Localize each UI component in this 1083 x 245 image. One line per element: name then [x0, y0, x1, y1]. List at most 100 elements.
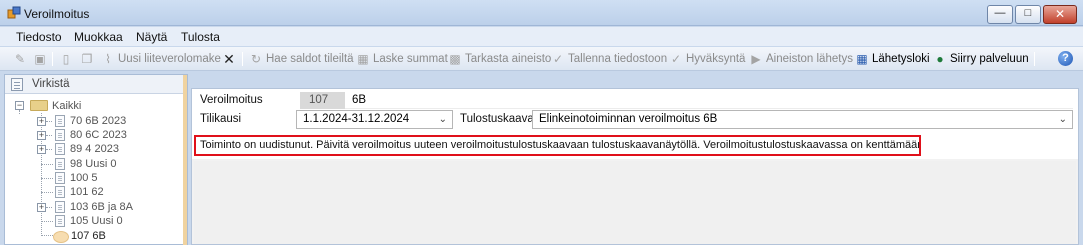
tree-item[interactable]: 103 6B ja 8A	[70, 200, 133, 214]
tree-root[interactable]: Kaikki	[52, 99, 81, 113]
toolbar-separator	[1034, 52, 1035, 66]
document-icon	[55, 158, 65, 170]
expand-icon[interactable]: +	[37, 145, 46, 154]
document-icon	[55, 186, 65, 198]
send-log-button[interactable]: ▦ Lähetysloki	[855, 51, 930, 67]
check-material-label: Tarkasta aineisto	[465, 53, 552, 65]
tilikausi-select[interactable]: 1.1.2024-31.12.2024 ⌄	[296, 110, 453, 129]
tree-item[interactable]: 89 4 2023	[70, 142, 119, 156]
save-file-label: Tallenna tiedostoon	[568, 53, 668, 65]
veroilmoitus-label: Veroilmoitus	[200, 94, 263, 106]
tree-item[interactable]: 80 6C 2023	[70, 128, 127, 142]
fetch-balances-button[interactable]: ↻ Hae saldot tileiltä	[249, 51, 354, 67]
send-material-button[interactable]: ▶ Aineiston lähetys	[749, 51, 853, 67]
paperclip-icon: ⌇	[105, 52, 111, 66]
play-icon: ▶	[751, 52, 761, 66]
tree-item[interactable]: 70 6B 2023	[70, 114, 126, 128]
document-icon	[55, 115, 65, 127]
header-field	[345, 92, 1073, 109]
copy-icon: ❐	[81, 52, 93, 66]
maximize-button[interactable]: □	[1015, 5, 1041, 24]
document-icon	[55, 201, 65, 213]
selected-item-icon	[53, 231, 69, 243]
toolbar-separator	[242, 52, 243, 66]
fetch-balances-label: Hae saldot tileiltä	[266, 53, 354, 65]
document-icon	[55, 143, 65, 155]
chevron-down-icon: ⌄	[1058, 114, 1067, 125]
toolbar-separator	[52, 52, 53, 66]
send-log-label: Lähetysloki	[872, 53, 930, 65]
menu-tiedosto[interactable]: Tiedosto	[16, 30, 62, 44]
veroilmoitus-id-field: 107	[300, 92, 345, 109]
tree-connector	[46, 121, 52, 122]
menu-nayta[interactable]: Näytä	[136, 30, 167, 44]
title-bar: Veroilmoitus — □ ✕	[0, 0, 1083, 26]
update-warning-banner: Toiminto on uudistunut. Päivitä veroilmo…	[194, 135, 921, 156]
help-icon[interactable]: ?	[1058, 51, 1073, 66]
expand-icon[interactable]: +	[37, 117, 46, 126]
new-document-button[interactable]: ▯	[59, 51, 76, 67]
minimize-icon: —	[994, 7, 1006, 19]
sidebar: Virkistä − Kaikki + 70 6B 2023 + 80 6C 2…	[4, 74, 188, 245]
tree-item[interactable]: 98 Uusi 0	[70, 157, 116, 171]
menu-tulosta[interactable]: Tulosta	[181, 30, 220, 44]
copy-button[interactable]: ❐	[80, 51, 97, 67]
tree-connector	[46, 149, 52, 150]
tree-connector	[46, 135, 52, 136]
close-button[interactable]: ✕	[1043, 5, 1077, 24]
window-title: Veroilmoitus	[24, 7, 90, 21]
tree-connector	[41, 221, 53, 222]
calculator-icon: ▦	[357, 52, 369, 66]
save-button[interactable]: ▣	[33, 51, 50, 67]
sidebar-scrollbar[interactable]	[183, 75, 187, 245]
toolbar: ✎ ▣ ▯ ❐ ⌇ Uusi liiteverolomake ✕ ↻ Hae s…	[0, 47, 1083, 71]
tree-connector	[41, 235, 53, 236]
chevron-down-icon: ⌄	[438, 114, 447, 125]
tree-item[interactable]: 101 62	[70, 185, 104, 199]
document-icon	[55, 215, 65, 227]
tree-view: − Kaikki + 70 6B 2023 + 80 6C 2023 + 89 …	[5, 97, 183, 245]
approve-button[interactable]: ✓ Hyväksyntä	[669, 51, 745, 67]
tree-item[interactable]: 105 Uusi 0	[70, 214, 123, 228]
form-area: Veroilmoitus 107 6B Tilikausi 1.1.2024-3…	[192, 89, 1078, 159]
approve-label: Hyväksyntä	[686, 53, 746, 65]
tree-item[interactable]: 100 5	[70, 171, 98, 185]
tree-connector	[41, 192, 53, 193]
new-attachment-label: Uusi liiteverolomake	[118, 53, 221, 65]
tree-item-selected[interactable]: 107 6B	[71, 229, 106, 243]
check-circle-icon: ✓	[552, 52, 564, 66]
calculate-sums-label: Laske summat	[373, 53, 448, 65]
collapse-icon[interactable]: −	[15, 101, 24, 110]
refresh-label[interactable]: Virkistä	[32, 78, 70, 90]
tree-connector	[41, 164, 53, 165]
tulostuskaava-value: Elinkeinotoiminnan veroilmoitus 6B	[539, 113, 718, 125]
menu-bar: Tiedosto Muokkaa Näytä Tulosta	[0, 27, 1083, 46]
approve-icon: ✓	[670, 52, 682, 66]
calculate-sums-button[interactable]: ▦ Laske summat	[356, 51, 448, 67]
edit-icon: ✎	[14, 52, 26, 66]
tree-connector	[19, 110, 20, 114]
refresh-list-icon[interactable]	[11, 78, 23, 91]
expand-icon[interactable]: +	[37, 131, 46, 140]
go-service-button[interactable]: ● Siirry palveluun	[933, 51, 1029, 67]
tree-connector	[46, 207, 52, 208]
globe-icon: ●	[936, 52, 944, 66]
check-material-button[interactable]: ▩ Tarkasta aineisto	[448, 51, 551, 67]
go-service-label: Siirry palveluun	[950, 53, 1029, 65]
table-icon: ▦	[856, 52, 868, 66]
document-icon	[55, 172, 65, 184]
delete-button[interactable]: ✕	[222, 51, 239, 67]
edit-button[interactable]: ✎	[13, 51, 30, 67]
sidebar-header: Virkistä	[5, 75, 187, 94]
new-attachment-button[interactable]: ⌇ Uusi liiteverolomake	[101, 51, 221, 67]
expand-icon[interactable]: +	[37, 203, 46, 212]
tulostuskaava-select[interactable]: Elinkeinotoiminnan veroilmoitus 6B ⌄	[532, 110, 1073, 129]
menu-muokkaa[interactable]: Muokkaa	[74, 30, 123, 44]
save-file-button[interactable]: ✓ Tallenna tiedostoon	[551, 51, 667, 67]
veroilmoitus-type: 6B	[352, 94, 367, 106]
minimize-button[interactable]: —	[987, 5, 1013, 24]
check-grid-icon: ▩	[449, 52, 461, 66]
content-area	[194, 161, 1076, 244]
document-icon: ▯	[62, 52, 70, 66]
tulostuskaava-label: Tulostuskaava	[460, 113, 534, 125]
